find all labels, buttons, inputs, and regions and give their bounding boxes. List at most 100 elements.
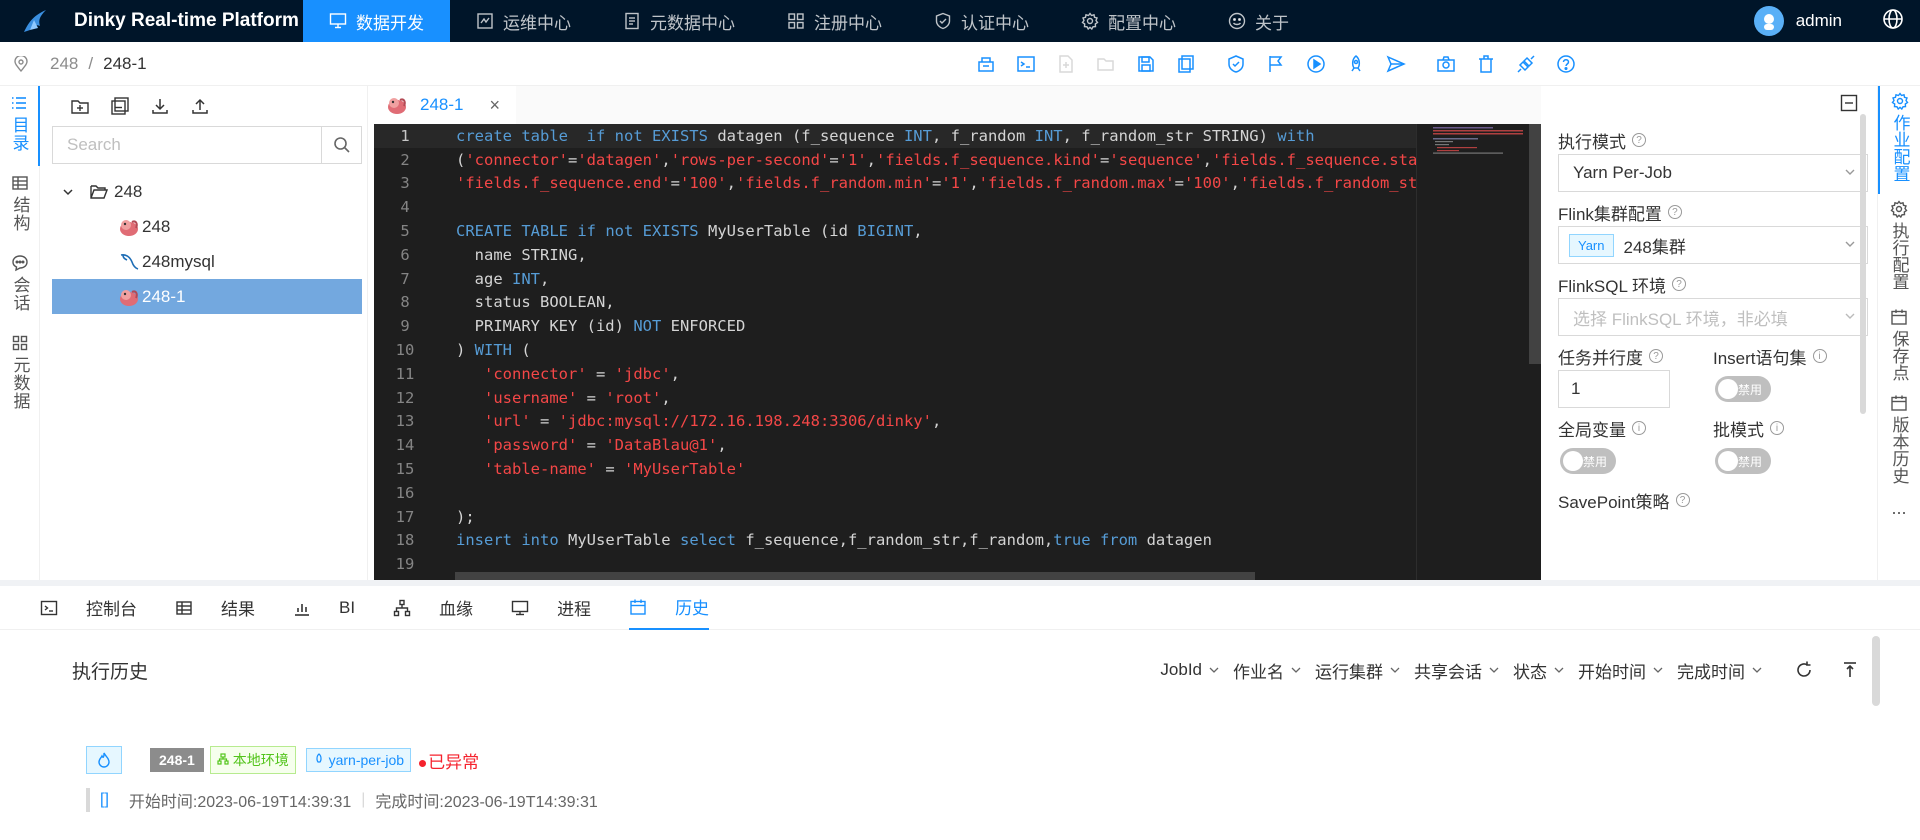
nav-item-4[interactable]: 认证中心 xyxy=(908,0,1055,42)
question-icon[interactable]: ? xyxy=(1667,205,1682,219)
chevron-down-icon[interactable] xyxy=(62,186,74,198)
bottom-tab-5[interactable]: 历史 xyxy=(629,586,710,630)
nav-item-6[interactable]: 关于 xyxy=(1202,0,1315,42)
copy-icon[interactable] xyxy=(1166,42,1206,86)
username[interactable]: admin xyxy=(1796,11,1842,31)
question-icon[interactable]: ? xyxy=(1649,349,1663,363)
tree-item[interactable]: 248-1 xyxy=(52,279,362,314)
send-icon[interactable] xyxy=(1376,42,1416,86)
line-number: 14 xyxy=(395,436,415,455)
nav-item-1[interactable]: 运维中心 xyxy=(450,0,597,42)
bracket-label[interactable]: [] xyxy=(100,791,109,809)
download-icon[interactable] xyxy=(140,97,180,115)
right-rail-item-1[interactable]: 执行配置 xyxy=(1878,194,1920,302)
info-icon[interactable]: i xyxy=(1632,421,1646,435)
bottom-tab-label: 历史 xyxy=(675,599,710,618)
flag-icon[interactable] xyxy=(1256,42,1296,86)
open-folder-icon[interactable] xyxy=(1086,42,1126,86)
line-number: 6 xyxy=(400,245,410,264)
nav-item-2[interactable]: 元数据中心 xyxy=(597,0,761,42)
new-folder-icon[interactable] xyxy=(60,97,100,115)
cluster-icon[interactable] xyxy=(966,42,1006,86)
editor-horizontal-scrollbar[interactable] xyxy=(455,572,1255,580)
more-icon[interactable]: ... xyxy=(1878,498,1920,519)
search-icon[interactable] xyxy=(321,127,361,163)
filter-dropdown[interactable]: JobId xyxy=(1160,660,1220,680)
right-rail-item-0[interactable]: 作业配置 xyxy=(1878,86,1920,194)
bottom-tab-3[interactable]: 血缘 xyxy=(393,586,473,630)
bottom-tab-4[interactable]: 进程 xyxy=(511,586,591,630)
env-select[interactable]: 选择 FlinkSQL 环境，非必填 xyxy=(1558,298,1868,336)
question-icon[interactable]: ? xyxy=(1632,133,1646,147)
filter-dropdown[interactable]: 状态 xyxy=(1513,658,1565,683)
filter-dropdown[interactable]: 共享会话 xyxy=(1414,658,1500,683)
rocket-icon[interactable] xyxy=(1336,42,1376,86)
collapse-panel-icon[interactable] xyxy=(1840,94,1858,115)
right-rail-item-2[interactable]: 保存点 xyxy=(1878,302,1920,388)
question-icon[interactable]: ? xyxy=(1672,277,1687,291)
logo[interactable]: Dinky Real-time Platform xyxy=(0,0,303,42)
code-line: 18 insert into MyUserTable select f_seque… xyxy=(374,529,1541,553)
bottom-scrollbar[interactable] xyxy=(1872,636,1880,706)
cluster-icon xyxy=(217,753,229,765)
bottom-tab-2[interactable]: BI xyxy=(293,586,355,630)
api-icon[interactable] xyxy=(1506,42,1546,86)
close-icon[interactable]: × xyxy=(489,95,500,116)
setting-icon xyxy=(1891,92,1909,110)
filter-dropdown[interactable]: 完成时间 xyxy=(1677,658,1763,683)
avatar[interactable] xyxy=(1753,6,1784,36)
code-editor[interactable]: 1 create table if not EXISTS datagen (f_s… xyxy=(374,124,1541,580)
info-icon[interactable]: i xyxy=(1770,421,1784,435)
code-text: insert into MyUserTable select f_sequenc… xyxy=(456,531,1212,550)
tree-item[interactable]: 248 xyxy=(40,209,367,244)
left-rail-item-2[interactable]: 会话 xyxy=(0,246,40,326)
camera-icon[interactable] xyxy=(1426,42,1466,86)
nav-item-0[interactable]: 数据开发 xyxy=(303,0,450,42)
tab-248-1[interactable]: 248-1 × xyxy=(374,86,516,124)
new-file-icon[interactable] xyxy=(1046,42,1086,86)
reload-icon[interactable] xyxy=(1786,660,1822,680)
minimap[interactable] xyxy=(1416,124,1541,580)
location-pin-icon xyxy=(14,55,28,72)
exec-mode-select[interactable]: Yarn Per-Job xyxy=(1558,154,1868,192)
fire-icon[interactable] xyxy=(86,746,122,774)
desktop-icon xyxy=(511,599,543,617)
play-circle-icon[interactable] xyxy=(1296,42,1336,86)
global-var-switch[interactable]: 禁用 xyxy=(1560,448,1616,474)
tree-item[interactable]: 248mysql xyxy=(40,244,367,279)
right-rail-item-3[interactable]: 版本历史 xyxy=(1878,388,1920,496)
breadcrumb-parent[interactable]: 248 xyxy=(50,54,78,74)
collapse-all-icon[interactable] xyxy=(100,97,140,115)
filter-dropdown[interactable]: 开始时间 xyxy=(1578,658,1664,683)
code-line: 7 age INT, xyxy=(374,267,1541,291)
left-rail-item-1[interactable]: 结构 xyxy=(0,166,40,246)
insert-set-switch[interactable]: 禁用 xyxy=(1715,376,1771,402)
search-input[interactable] xyxy=(53,127,321,163)
upload-icon[interactable] xyxy=(180,97,220,115)
tree-folder-248[interactable]: 248 xyxy=(40,174,367,209)
parallelism-input[interactable]: 1 xyxy=(1558,370,1670,408)
delete-icon[interactable] xyxy=(1466,42,1506,86)
code-line: 10) WITH ( xyxy=(374,338,1541,362)
question-icon[interactable]: ? xyxy=(1675,493,1690,507)
batch-mode-switch[interactable]: 禁用 xyxy=(1715,448,1771,474)
vertical-align-top-icon[interactable] xyxy=(1832,660,1868,680)
nav-item-5[interactable]: 配置中心 xyxy=(1055,0,1202,42)
bottom-tab-1[interactable]: 结果 xyxy=(175,586,255,630)
history-entry[interactable]: 248-1 本地环境 yarn-per-job 已异常 xyxy=(86,746,479,774)
help-icon[interactable] xyxy=(1546,42,1586,86)
smile-icon xyxy=(1228,12,1255,30)
info-icon[interactable]: i xyxy=(1812,349,1827,363)
save-icon[interactable] xyxy=(1126,42,1166,86)
left-rail-item-0[interactable]: 目录 xyxy=(0,86,40,166)
check-shield-icon[interactable] xyxy=(1216,42,1256,86)
cluster-select[interactable]: Yarn 248集群 xyxy=(1558,226,1868,264)
filter-dropdown[interactable]: 运行集群 xyxy=(1315,658,1401,683)
bottom-tab-0[interactable]: 控制台 xyxy=(40,586,137,630)
editor-vertical-scrollbar[interactable] xyxy=(1529,124,1541,364)
language-globe-icon[interactable] xyxy=(1882,8,1904,35)
console-icon[interactable] xyxy=(1006,42,1046,86)
nav-item-3[interactable]: 注册中心 xyxy=(761,0,908,42)
filter-dropdown[interactable]: 作业名 xyxy=(1233,658,1302,683)
left-rail-item-3[interactable]: 元数据 xyxy=(0,326,40,446)
